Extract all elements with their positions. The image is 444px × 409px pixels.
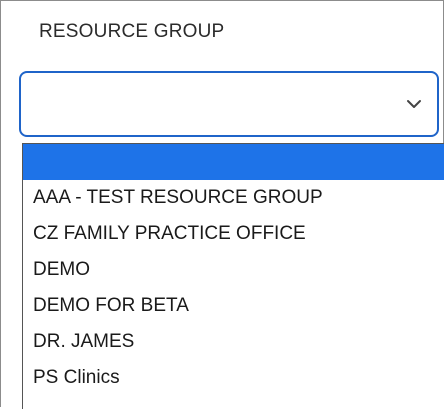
resource-group-dropdown-list: AAA - TEST RESOURCE GROUP CZ FAMILY PRAC… xyxy=(22,143,444,409)
chevron-down-icon[interactable] xyxy=(405,95,423,113)
dropdown-option-ps-clinics[interactable]: PS Clinics xyxy=(23,360,444,396)
dropdown-option-blank[interactable] xyxy=(23,144,444,180)
dropdown-option-demo-for-beta[interactable]: DEMO FOR BETA xyxy=(23,288,444,324)
resource-group-label: RESOURCE GROUP xyxy=(39,21,225,42)
resource-group-panel: RESOURCE GROUP AAA - TEST RESOURCE GROUP… xyxy=(0,0,444,409)
resource-group-select[interactable] xyxy=(19,71,439,137)
dropdown-option-dr-james[interactable]: DR. JAMES xyxy=(23,324,444,360)
dropdown-option-aaa-test-resource-group[interactable]: AAA - TEST RESOURCE GROUP xyxy=(23,180,444,216)
dropdown-option-demo[interactable]: DEMO xyxy=(23,252,444,288)
dropdown-option-cz-family-practice-office[interactable]: CZ FAMILY PRACTICE OFFICE xyxy=(23,216,444,252)
